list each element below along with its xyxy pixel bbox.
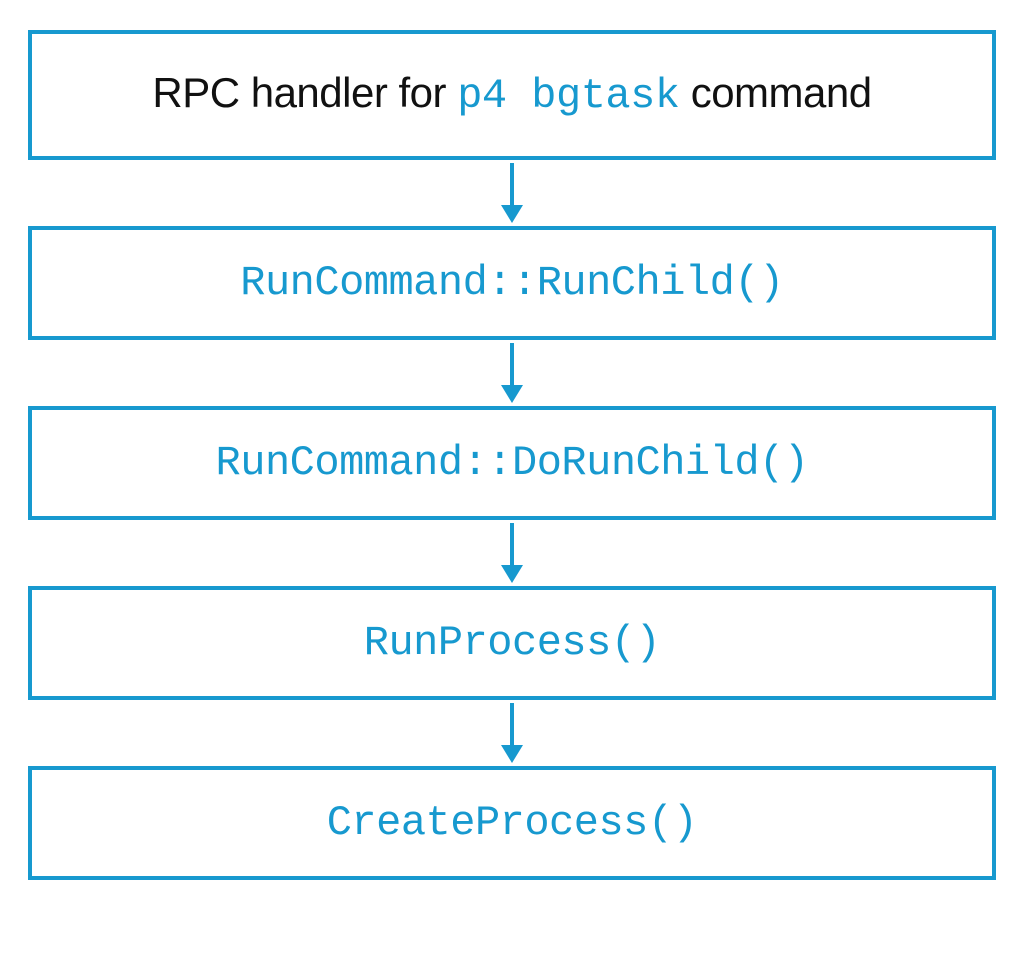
node-text: command: [680, 69, 872, 116]
node-code: RunProcess(): [364, 618, 660, 668]
node-text: RPC handler for: [152, 69, 457, 116]
node-code: RunCommand::DoRunChild(): [216, 438, 809, 488]
arrow: [28, 340, 996, 406]
node-rpc-handler: RPC handler for p4 bgtask command: [28, 30, 996, 160]
arrow: [28, 160, 996, 226]
arrow-down-icon: [497, 523, 527, 583]
arrow-down-icon: [497, 343, 527, 403]
node-run-child: RunCommand::RunChild(): [28, 226, 996, 340]
arrow-down-icon: [497, 703, 527, 763]
flowchart: RPC handler for p4 bgtask command RunCom…: [0, 0, 1024, 965]
node-run-process: RunProcess(): [28, 586, 996, 700]
node-create-process: CreateProcess(): [28, 766, 996, 880]
node-code: p4 bgtask: [457, 72, 679, 120]
arrow: [28, 700, 996, 766]
arrow-down-icon: [497, 163, 527, 223]
arrow: [28, 520, 996, 586]
node-code: CreateProcess(): [327, 798, 698, 848]
node-do-run-child: RunCommand::DoRunChild(): [28, 406, 996, 520]
node-code: RunCommand::RunChild(): [240, 258, 784, 308]
